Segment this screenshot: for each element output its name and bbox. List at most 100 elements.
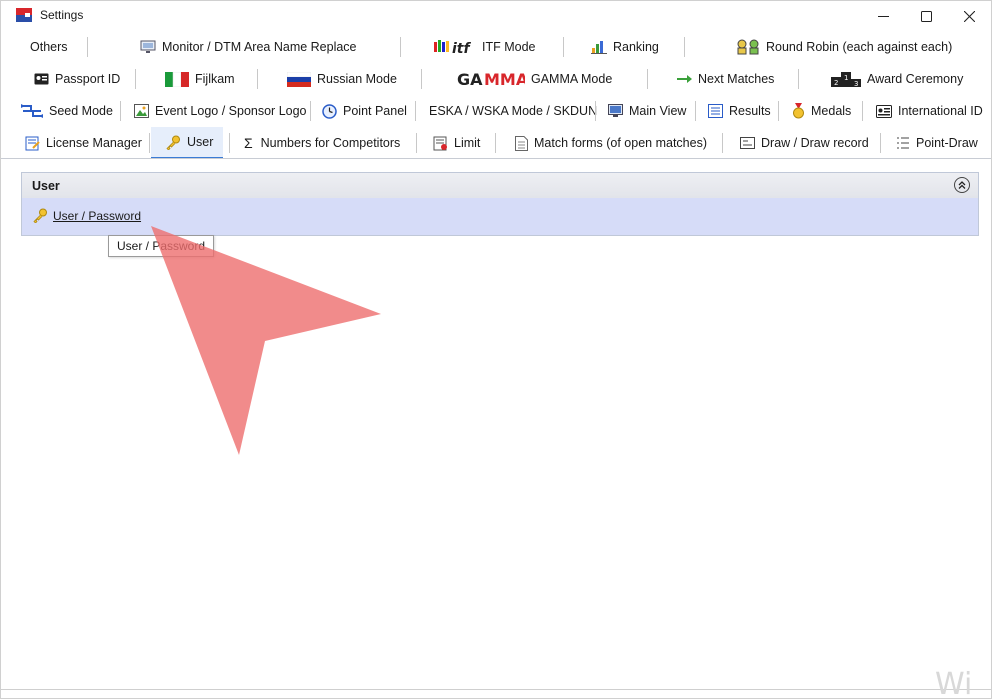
user-password-link[interactable]: User / Password [32, 208, 141, 223]
seed-arrows-icon [21, 103, 43, 119]
panel-title: User [32, 179, 60, 193]
tab-separator [400, 37, 401, 57]
tab-separator [722, 133, 723, 153]
tab-label: Event Logo / Sponsor Logo [155, 104, 307, 118]
maximize-button[interactable] [904, 1, 948, 31]
tab-separator [684, 37, 685, 57]
close-button[interactable] [947, 1, 991, 31]
tab-label: Seed Mode [49, 104, 113, 118]
tab-separator [120, 101, 121, 121]
tab-round-robin[interactable]: Round Robin (each against each) [736, 31, 952, 63]
tab-others[interactable]: Others [30, 31, 68, 63]
tab-award-ceremony[interactable]: 213 Award Ceremony [831, 63, 963, 95]
tab-label: Main View [629, 104, 687, 118]
tab-user[interactable]: User [151, 127, 223, 159]
user-password-label: User / Password [53, 208, 142, 223]
tab-seed-mode[interactable]: Seed Mode [21, 95, 113, 127]
tab-limit[interactable]: Limit [433, 127, 480, 159]
tab-label: Round Robin (each against each) [766, 40, 953, 54]
tab-row-2: Passport ID Fijlkam Russian Mode GA MMA G… [1, 63, 991, 95]
tab-draw-record[interactable]: Draw / Draw record [740, 127, 869, 159]
app-icon [16, 8, 32, 22]
tab-separator [415, 101, 416, 121]
tab-event-logo[interactable]: Event Logo / Sponsor Logo [134, 95, 307, 127]
tab-label: International ID [898, 104, 983, 118]
tab-separator [135, 69, 136, 89]
tab-separator [421, 69, 422, 89]
gamma-logo-icon: GA MMA [457, 70, 525, 88]
tab-label: Point Panel [343, 104, 407, 118]
tab-main-view[interactable]: Main View [608, 95, 686, 127]
monitor-icon [140, 40, 156, 54]
tab-label: ESKA / WSKA Mode / SKDUN [429, 104, 598, 118]
key-icon [33, 208, 47, 223]
medal-icon [792, 103, 805, 119]
minimize-icon [877, 15, 889, 17]
tab-row-3: Seed Mode Event Logo / Sponsor Logo Poin… [1, 95, 991, 127]
tab-separator [310, 101, 311, 121]
tab-point-draw[interactable]: Point-Draw [896, 127, 978, 159]
maximize-icon [920, 10, 932, 22]
red-arrow-annotation [151, 226, 381, 455]
tab-itf-mode[interactable]: itf ITF Mode [434, 31, 536, 63]
tab-label: Russian Mode [317, 72, 397, 86]
tab-label: Numbers for Competitors [260, 136, 401, 150]
tab-label: ITF Mode [482, 40, 536, 54]
tab-monitor-dtm[interactable]: Monitor / DTM Area Name Replace [140, 31, 357, 63]
tab-russian-mode[interactable]: Russian Mode [287, 63, 397, 95]
tab-separator [257, 69, 258, 89]
tab-separator [695, 101, 696, 121]
tab-fijlkam[interactable]: Fijlkam [165, 63, 235, 95]
user-panel-header[interactable]: User [22, 173, 978, 198]
tabs-divider [1, 158, 991, 159]
tab-label: User [187, 135, 214, 149]
clock-icon [322, 103, 337, 119]
key-icon [165, 135, 181, 150]
svg-text:1: 1 [844, 74, 848, 82]
tab-separator [87, 37, 88, 57]
list-icon [708, 104, 723, 118]
tab-separator [798, 69, 799, 89]
close-icon [963, 10, 975, 22]
tab-separator [563, 37, 564, 57]
settings-window: Settings Others Monitor / DTM Area Name … [0, 0, 992, 699]
watermark: Wi [935, 667, 973, 699]
user-panel-body: User / Password [22, 198, 978, 235]
tab-label: Point-Draw [916, 136, 978, 150]
podium-icon: 213 [831, 71, 861, 87]
tab-row-4: License Manager User Σ Numbers for Compe… [1, 127, 991, 159]
license-icon [25, 136, 40, 151]
svg-text:3: 3 [854, 80, 858, 87]
tab-license-manager[interactable]: License Manager [25, 127, 142, 159]
tab-label: Fijlkam [195, 72, 235, 86]
tab-results[interactable]: Results [708, 95, 771, 127]
tab-match-forms[interactable]: Match forms (of open matches) [515, 127, 707, 159]
tab-numbers-for-competitors[interactable]: Σ Numbers for Competitors [244, 127, 400, 159]
tab-separator [778, 101, 779, 121]
tab-point-panel[interactable]: Point Panel [322, 95, 407, 127]
tab-label: License Manager [46, 136, 142, 150]
tab-medals[interactable]: Medals [792, 95, 851, 127]
tab-next-matches[interactable]: Next Matches [677, 63, 774, 95]
document-icon [515, 135, 528, 151]
tab-label: Limit [454, 136, 481, 150]
minimize-button[interactable] [861, 1, 905, 31]
italy-flag-icon [165, 71, 189, 87]
limit-icon [433, 136, 448, 151]
tab-separator [880, 133, 881, 153]
user-panel: User User / Password [21, 172, 979, 236]
point-draw-icon [896, 136, 910, 150]
svg-text:itf: itf [452, 41, 471, 55]
round-robin-icon [736, 39, 760, 55]
tab-ranking[interactable]: Ranking [591, 31, 659, 63]
collapse-button[interactable] [954, 177, 970, 193]
draw-icon [740, 137, 755, 149]
tab-gamma-mode[interactable]: GA MMA GAMMA Mode [457, 63, 612, 95]
tab-international-id[interactable]: International ID [876, 95, 983, 127]
tab-separator [149, 133, 150, 153]
window-bottom-border [1, 689, 991, 690]
international-id-icon [876, 104, 892, 118]
tab-eska-wska[interactable]: ESKA / WSKA Mode / SKDUN [429, 95, 597, 127]
chevron-double-up-icon [958, 181, 966, 189]
tab-passport-id[interactable]: Passport ID [34, 63, 120, 95]
